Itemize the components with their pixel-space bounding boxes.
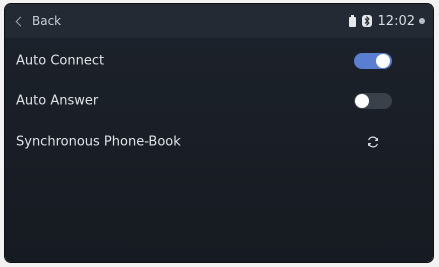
toggle-knob <box>355 94 369 108</box>
bluetooth-icon <box>361 15 372 27</box>
sync-icon[interactable] <box>366 135 380 149</box>
status-bar: Back 12:02 <box>5 4 433 38</box>
status-indicators: 12:02 <box>348 12 425 30</box>
setting-label-auto-connect: Auto Connect <box>16 53 105 69</box>
battery-icon <box>348 15 356 27</box>
auto-answer-toggle[interactable] <box>354 93 392 109</box>
back-button[interactable]: Back <box>15 12 61 30</box>
setting-label-synchronous-phone-book: Synchronous Phone-Book <box>16 134 181 150</box>
setting-row-auto-connect[interactable]: Auto Connect <box>5 42 433 80</box>
toggle-knob <box>376 54 390 68</box>
setting-label-auto-answer: Auto Answer <box>16 93 99 109</box>
back-label: Back <box>32 14 62 28</box>
setting-row-synchronous-phone-book[interactable]: Synchronous Phone-Book <box>5 123 433 161</box>
status-dot-icon <box>419 18 425 24</box>
clock-time: 12:02 <box>377 13 415 29</box>
setting-row-auto-answer[interactable]: Auto Answer <box>5 82 433 120</box>
bluetooth-settings-screen: Back 12:02 Auto Connect Auto Answer Sync… <box>5 4 433 262</box>
auto-connect-toggle[interactable] <box>354 53 392 69</box>
chevron-left-icon <box>15 16 26 26</box>
